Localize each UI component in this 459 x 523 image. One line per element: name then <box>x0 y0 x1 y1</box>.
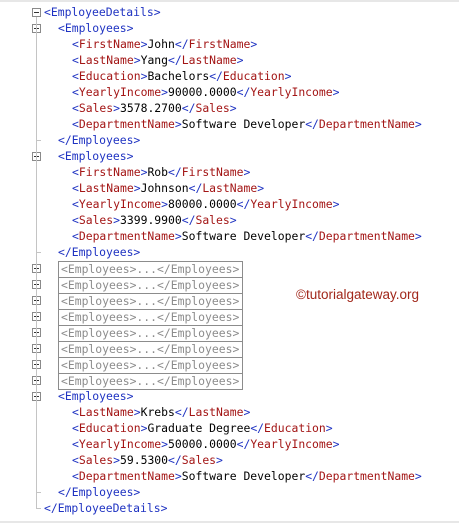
field-line: <DepartmentName>Software Developer</Depa… <box>72 469 422 483</box>
root-open-tag-text: <EmployeeDetails> <box>44 5 161 19</box>
record-close-tag-text: </Employees> <box>58 245 141 259</box>
field-close-tag-name: DepartmentName <box>318 229 415 243</box>
field-open-tag-name: LastName <box>78 181 134 195</box>
root-close-tag: </EmployeeDetails> <box>44 500 167 516</box>
collapsed-record[interactable]: <Employees>...</Employees> <box>58 309 243 326</box>
field-open-tag-name: FirstName <box>78 37 141 51</box>
collapsed-record[interactable]: <Employees>...</Employees> <box>58 341 243 358</box>
watermark: ©tutorialgateway.org <box>296 287 420 302</box>
record-close-tag-text: </Employees> <box>58 133 141 147</box>
field-value: 50000.0000 <box>168 437 237 451</box>
field-line: <Sales>59.5300</Sales> <box>72 453 223 467</box>
field-line: <YearlyIncome>90000.0000</YearlyIncome> <box>72 85 340 99</box>
field-close-tag-name: YearlyIncome <box>250 437 333 451</box>
field-open-tag-name: Education <box>78 69 141 83</box>
field-line: <YearlyIncome>80000.0000</YearlyIncome> <box>72 197 340 211</box>
field-close-tag-name: FirstName <box>188 37 251 51</box>
root-collapse-toggle[interactable] <box>32 8 41 17</box>
field-close-tag-name: Education <box>264 421 326 435</box>
collapsed-record[interactable]: <Employees>...</Employees> <box>58 277 243 294</box>
field-open-tag-name: Sales <box>78 213 114 227</box>
field-value: 80000.0000 <box>168 197 237 211</box>
root-outline-line <box>36 17 37 508</box>
collapsed-record[interactable]: <Employees>...</Employees> <box>58 325 243 342</box>
record-open-tag-text: <Employees> <box>58 389 134 403</box>
field-value: Bachelors <box>147 69 210 83</box>
field-close-tag-name: Sales <box>195 213 230 227</box>
record-close-tag: </Employees> <box>58 244 140 260</box>
field-close-tag-name: YearlyIncome <box>250 197 333 211</box>
field-open-tag-name: FirstName <box>78 165 141 179</box>
editor-top-border <box>0 0 459 2</box>
collapsed-record[interactable]: <Employees>...</Employees> <box>58 261 243 278</box>
field-close-tag-name: FirstName <box>181 165 244 179</box>
field-open-tag-name: Sales <box>78 453 114 467</box>
field-line: <Sales>3399.9900</Sales> <box>72 213 237 227</box>
field-value: Krebs <box>140 405 175 419</box>
field-value: Johnson <box>140 181 189 195</box>
field-value: Yang <box>140 53 169 67</box>
field-close-tag-name: LastName <box>188 405 244 419</box>
field-value: 59.5300 <box>120 453 169 467</box>
field-line: <FirstName>John</FirstName> <box>72 37 258 51</box>
field-line: <FirstName>Rob</FirstName> <box>72 165 251 179</box>
record-close-tag-text: </Employees> <box>58 485 141 499</box>
field-close-tag-name: LastName <box>202 181 258 195</box>
record-close-tag: </Employees> <box>58 484 140 500</box>
root-close-tag-text: </EmployeeDetails> <box>44 501 168 515</box>
field-value: 3399.9900 <box>120 213 182 227</box>
field-open-tag-name: DepartmentName <box>78 229 175 243</box>
field-line: <LastName>Yang</LastName> <box>72 53 244 67</box>
field-close-tag-name: DepartmentName <box>318 469 415 483</box>
field-value: Software Developer <box>181 229 306 243</box>
field-line: <YearlyIncome>50000.0000</YearlyIncome> <box>72 437 340 451</box>
field-line: <Education>Graduate Degree</Education> <box>72 421 333 435</box>
field-open-tag-name: DepartmentName <box>78 469 175 483</box>
field-open-tag-name: Sales <box>78 101 114 115</box>
record-open-tag: <Employees> <box>58 388 133 404</box>
field-line: <LastName>Johnson</LastName> <box>72 181 265 195</box>
record-open-tag: <Employees> <box>58 20 133 36</box>
field-close-tag-name: Education <box>222 69 285 83</box>
record-open-tag-text: <Employees> <box>58 149 134 163</box>
record-open-tag: <Employees> <box>58 148 133 164</box>
collapsed-record[interactable]: <Employees>...</Employees> <box>58 293 243 310</box>
field-open-tag-name: LastName <box>78 405 134 419</box>
field-value: Software Developer <box>181 117 306 131</box>
field-line: <Sales>3578.2700</Sales> <box>72 101 237 115</box>
field-open-tag-name: YearlyIncome <box>78 85 162 99</box>
root-open-tag: <EmployeeDetails> <box>44 4 161 20</box>
root-outline-end <box>36 508 41 509</box>
field-value: John <box>147 37 175 51</box>
field-open-tag-name: Education <box>78 421 141 435</box>
record-close-tag: </Employees> <box>58 132 140 148</box>
field-close-tag-name: Sales <box>195 101 230 115</box>
field-open-tag-name: DepartmentName <box>78 117 175 131</box>
field-value: 3578.2700 <box>120 101 182 115</box>
field-close-tag-name: Sales <box>181 453 217 467</box>
field-open-tag-name: LastName <box>78 53 134 67</box>
field-value: 90000.0000 <box>168 85 237 99</box>
field-line: <LastName>Krebs</LastName> <box>72 405 251 419</box>
field-line: <DepartmentName>Software Developer</Depa… <box>72 117 422 131</box>
field-close-tag-name: LastName <box>181 53 237 67</box>
field-close-tag-name: YearlyIncome <box>250 85 333 99</box>
field-value: Software Developer <box>181 469 306 483</box>
field-line: <Education>Bachelors</Education> <box>72 69 292 83</box>
field-close-tag-name: DepartmentName <box>318 117 415 131</box>
collapsed-record[interactable]: <Employees>...</Employees> <box>58 357 243 374</box>
record-open-tag-text: <Employees> <box>58 21 134 35</box>
field-value: Graduate Degree <box>147 421 251 435</box>
field-open-tag-name: YearlyIncome <box>78 197 162 211</box>
field-open-tag-name: YearlyIncome <box>78 437 162 451</box>
field-line: <DepartmentName>Software Developer</Depa… <box>72 229 422 243</box>
field-value: Rob <box>147 165 169 179</box>
